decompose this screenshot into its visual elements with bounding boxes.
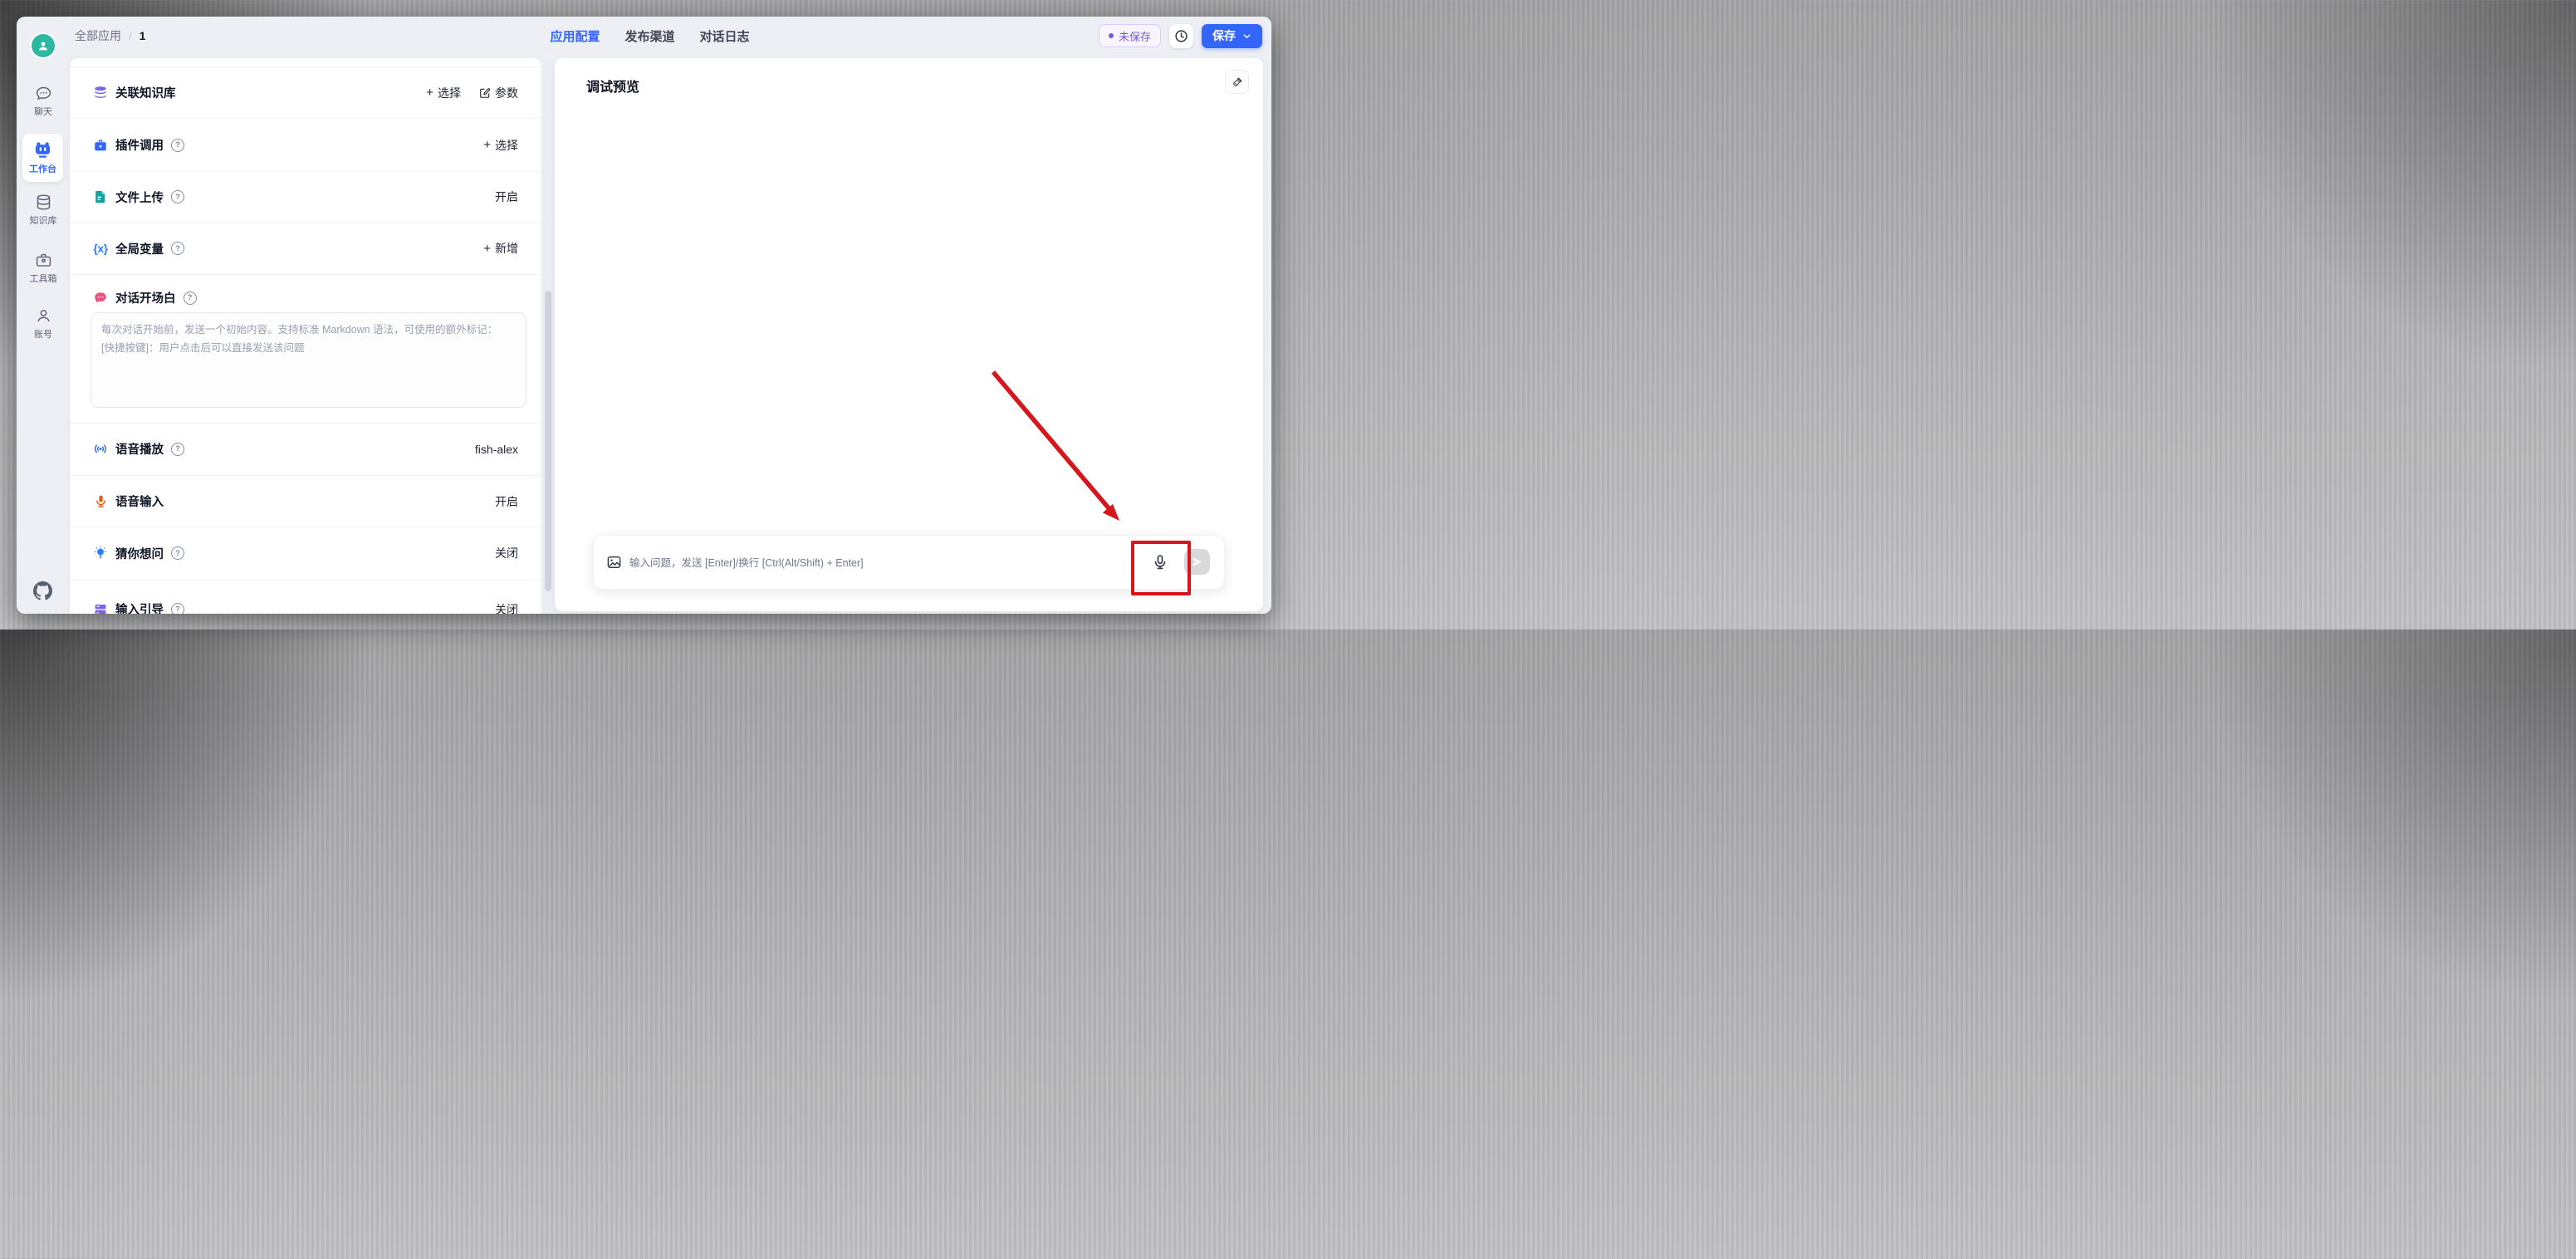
sidebar-item-label: 知识库 [30, 213, 57, 227]
history-button[interactable] [1169, 24, 1193, 48]
voice-broadcast-icon [93, 442, 108, 457]
clock-icon [1174, 29, 1188, 43]
file-upload-status[interactable]: 开启 [495, 189, 518, 205]
setting-label: 插件调用 [115, 136, 164, 154]
setting-label: 全局变量 [115, 240, 164, 257]
clear-chat-button[interactable] [1225, 70, 1249, 94]
breadcrumb: 全部应用 / 1 [75, 17, 145, 55]
lightbulb-icon [93, 546, 108, 561]
setting-row-file-upload: 文件上传 ? 开启 [70, 172, 541, 223]
sidebar-item-account[interactable]: 账号 [17, 307, 70, 340]
setting-label: 文件上传 [115, 189, 164, 206]
top-bar: 全部应用 / 1 应用配置 发布渠道 对话日志 未保存 保存 [17, 17, 1271, 55]
setting-row-stt: 语音输入 开启 [70, 476, 541, 527]
dataset-icon [93, 86, 108, 100]
sidebar-item-chat[interactable]: 聊天 [17, 85, 70, 118]
unsaved-status-badge: 未保存 [1099, 24, 1161, 47]
database-icon [35, 194, 52, 211]
setting-row-tts: 语音播放 ? fish-alex [70, 424, 541, 476]
sidebar-item-label: 工具箱 [30, 272, 57, 285]
input-guide-icon [93, 602, 108, 615]
chat-input-bar [593, 535, 1225, 590]
robot-icon [33, 140, 52, 159]
input-guide-status[interactable]: 关闭 [495, 601, 518, 615]
question-guide-status[interactable]: 关闭 [495, 545, 518, 561]
microphone-icon [93, 494, 108, 509]
sidebar-item-workbench[interactable]: 工作台 [22, 134, 63, 182]
github-icon[interactable] [33, 581, 52, 605]
breadcrumb-all-apps[interactable]: 全部应用 [75, 27, 121, 44]
help-icon[interactable]: ? [171, 190, 184, 203]
stt-status[interactable]: 开启 [495, 493, 518, 510]
dataset-select-button[interactable]: + 选择 [426, 85, 461, 101]
send-plane-icon [1191, 556, 1203, 568]
edit-icon [479, 87, 491, 99]
help-icon[interactable]: ? [184, 291, 197, 305]
save-button[interactable]: 保存 [1202, 24, 1262, 48]
setting-label: 语音输入 [115, 492, 164, 510]
chevron-down-icon [1242, 32, 1251, 41]
help-icon[interactable]: ? [171, 603, 184, 615]
save-label: 保存 [1212, 27, 1236, 44]
tab-chat-logs[interactable]: 对话日志 [700, 27, 750, 45]
setting-row-dataset: 关联知识库 + 选择 参数 [70, 67, 541, 118]
unsaved-dot-icon [1109, 33, 1114, 38]
setting-row-plugin: 插件调用 ? + 选择 [70, 119, 541, 171]
unsaved-label: 未保存 [1119, 28, 1151, 44]
dataset-params-button[interactable]: 参数 [479, 85, 518, 101]
image-upload-icon[interactable] [606, 555, 622, 571]
preview-title: 调试预览 [586, 76, 639, 96]
chat-bubble-icon [35, 85, 52, 102]
annotation-highlight-box [1131, 541, 1191, 595]
toolbox-icon [35, 252, 52, 269]
setting-label: 语音播放 [115, 440, 164, 458]
setting-section-welcome: 对话开场白 ? [70, 275, 541, 423]
sidebar-item-toolbox[interactable]: 工具箱 [17, 252, 70, 285]
app-config-panel: 关联知识库 + 选择 参数 插件调用 [70, 58, 541, 614]
topbar-actions: 未保存 保存 [1099, 17, 1262, 55]
avatar[interactable] [32, 34, 55, 57]
scrollbar-thumb[interactable] [545, 291, 551, 591]
setting-row-question-guide: 猜你想问 ? 关闭 [70, 527, 541, 580]
breadcrumb-separator: / [129, 30, 132, 42]
tab-publish-channel[interactable]: 发布渠道 [624, 27, 674, 45]
broom-icon [1232, 76, 1243, 88]
sidebar-item-dataset[interactable]: 知识库 [17, 194, 70, 227]
breadcrumb-current-app: 1 [140, 29, 146, 42]
chat-message-input[interactable] [628, 536, 1129, 590]
sidebar-item-label: 聊天 [34, 105, 52, 118]
app-window: 全部应用 / 1 应用配置 发布渠道 对话日志 未保存 保存 [17, 17, 1271, 614]
sidebar-item-label: 账号 [34, 327, 52, 340]
welcome-text-input[interactable] [91, 312, 526, 408]
user-icon [37, 39, 50, 52]
sidebar-item-label: 工作台 [29, 162, 56, 175]
tts-voice-value[interactable]: fish-alex [475, 443, 518, 456]
variable-icon: {x} [93, 241, 108, 256]
help-icon[interactable]: ? [171, 139, 184, 152]
help-icon[interactable]: ? [171, 242, 184, 255]
person-icon [35, 307, 52, 325]
top-tabs: 应用配置 发布渠道 对话日志 [550, 17, 749, 55]
setting-row-variables: {x} 全局变量 ? + 新增 [70, 223, 541, 275]
setting-label: 对话开场白 [115, 289, 176, 306]
variable-add-button[interactable]: + 新增 [483, 240, 518, 257]
help-icon[interactable]: ? [171, 443, 184, 456]
help-icon[interactable]: ? [171, 546, 184, 560]
plugin-icon [93, 138, 108, 153]
welcome-chat-icon [93, 291, 108, 306]
plugin-select-button[interactable]: + 选择 [483, 137, 518, 154]
tab-app-config[interactable]: 应用配置 [550, 27, 600, 45]
setting-label: 输入引导 [115, 600, 164, 614]
setting-label: 猜你想问 [115, 545, 164, 562]
setting-label: 关联知识库 [115, 84, 176, 101]
nav-rail: 聊天 工作台 知识库 工具箱 账号 [17, 17, 70, 614]
debug-preview-panel: 调试预览 [555, 58, 1263, 611]
setting-row-input-guide: 输入引导 ? 关闭 [70, 581, 541, 615]
file-icon [93, 189, 108, 204]
